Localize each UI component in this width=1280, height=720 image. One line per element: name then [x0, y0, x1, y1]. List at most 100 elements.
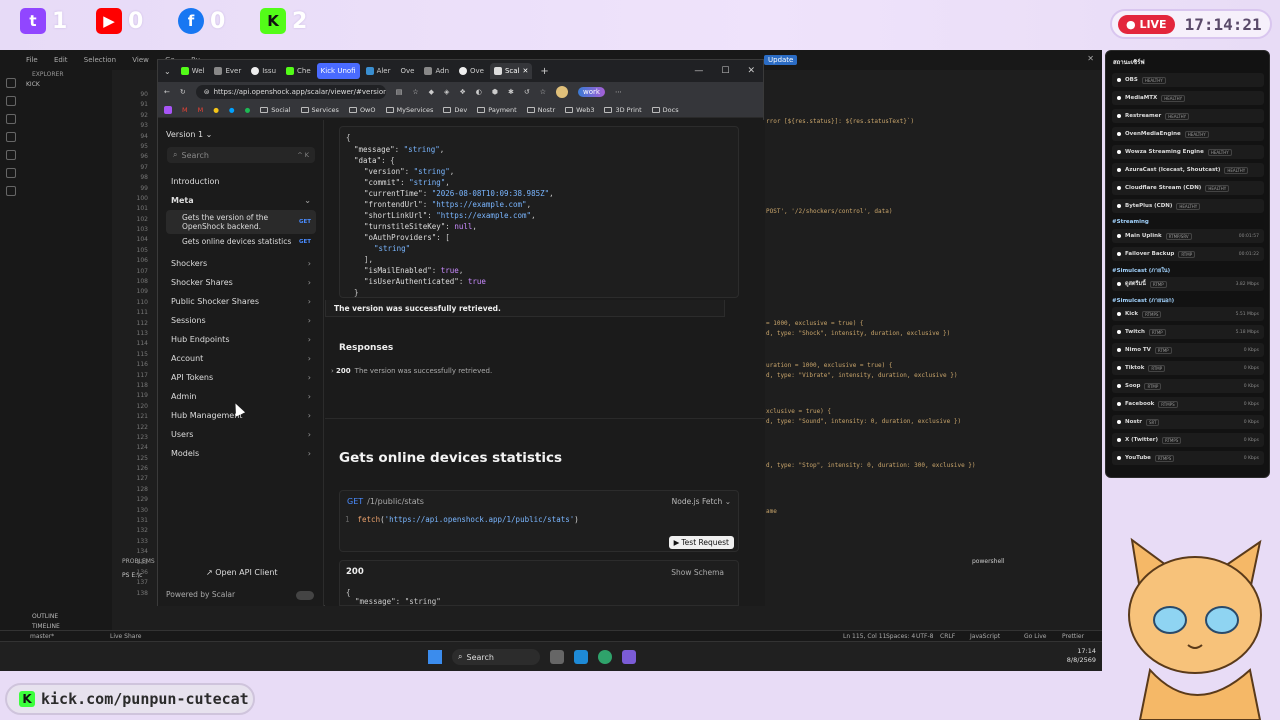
taskbar-clock[interactable]: 17:14 8/8/2569: [1067, 647, 1096, 665]
powered-by[interactable]: Powered by Scalar: [166, 590, 235, 599]
browser-tab[interactable]: Wel: [177, 63, 209, 79]
sidebar-group[interactable]: API Tokens ›: [166, 368, 316, 387]
status-spaces[interactable]: Spaces: 4: [886, 633, 915, 640]
menu-view[interactable]: View: [132, 56, 149, 64]
vscode-taskbar-icon[interactable]: [574, 650, 588, 664]
extension-icon[interactable]: ◐: [476, 88, 482, 96]
extension-icon[interactable]: ❖: [459, 88, 465, 96]
menu-edit[interactable]: Edit: [54, 56, 68, 64]
open-api-client-button[interactable]: ↗ Open API Client: [206, 568, 278, 577]
sidebar-group[interactable]: Public Shocker Shares ›: [166, 292, 316, 311]
sidebar-item-get-version[interactable]: Gets the version of the OpenShock backen…: [166, 210, 316, 234]
status-branch[interactable]: master*: [30, 633, 54, 640]
sidebar-item-introduction[interactable]: Introduction: [166, 172, 316, 191]
maximize-icon[interactable]: ☐: [721, 66, 729, 76]
status-encoding[interactable]: UTF-8: [916, 633, 934, 640]
vscode-close-icon[interactable]: ✕: [1087, 54, 1094, 63]
browser-tab[interactable]: Ever: [210, 63, 245, 79]
bookmark-icon[interactable]: ●: [213, 106, 219, 114]
spotify-icon[interactable]: ●: [245, 106, 251, 114]
sidebar-group[interactable]: Models ›: [166, 444, 316, 463]
sidebar-group[interactable]: Users ›: [166, 425, 316, 444]
bookmark-folder[interactable]: 3D Print: [604, 106, 642, 114]
sidebar-group[interactable]: Hub Endpoints ›: [166, 330, 316, 349]
close-window-icon[interactable]: ✕: [747, 66, 755, 76]
update-button[interactable]: Update: [764, 55, 798, 65]
status-golive[interactable]: Go Live: [1024, 633, 1046, 640]
sidebar-group[interactable]: Account ›: [166, 349, 316, 368]
bookmark-star-icon[interactable]: ☆: [412, 88, 418, 96]
outline-section[interactable]: OUTLINE: [32, 613, 58, 620]
browser-tab[interactable]: Adn: [420, 63, 453, 79]
browser-tab[interactable]: Che: [282, 63, 315, 79]
reader-icon[interactable]: ▤: [396, 88, 403, 96]
test-request-button[interactable]: ▶ Test Request: [668, 536, 734, 549]
version-selector[interactable]: Version 1 ⌄: [166, 130, 212, 139]
status-language[interactable]: JavaScript: [970, 633, 1000, 640]
site-info-icon[interactable]: ⊜: [204, 88, 210, 96]
history-icon[interactable]: ↺: [524, 88, 530, 96]
menu-file[interactable]: File: [26, 56, 38, 64]
tab-list-icon[interactable]: ⌄: [158, 67, 177, 76]
sidebar-group[interactable]: Sessions ›: [166, 311, 316, 330]
bookmark-folder[interactable]: Social: [260, 106, 291, 114]
terminal-shell[interactable]: powershell: [972, 558, 1005, 565]
bookmark-icon[interactable]: M: [198, 106, 204, 114]
extension-icon[interactable]: ◆: [429, 88, 434, 96]
bookmark-folder[interactable]: MyServices: [385, 106, 433, 114]
sidebar-group[interactable]: Shockers ›: [166, 254, 316, 273]
sidebar-search[interactable]: ⌕ Search ^ K: [167, 147, 315, 163]
browser-tab[interactable]: Kick Unofi: [316, 63, 360, 79]
browser-tab-active[interactable]: Scal ✕: [489, 63, 533, 79]
bookmark-folder[interactable]: Docs: [651, 106, 679, 114]
timeline-section[interactable]: TIMELINE: [32, 623, 60, 630]
url-field[interactable]: ⊜ https://api.openshock.app/scalar/viewer…: [195, 85, 386, 99]
browser-tab[interactable]: Ove: [455, 63, 488, 79]
sidebar-item-device-stats[interactable]: Gets online devices statistics GET: [166, 234, 316, 249]
status-eol[interactable]: CRLF: [940, 633, 955, 640]
reload-icon[interactable]: ↻: [180, 88, 186, 96]
browser-taskbar-icon[interactable]: [598, 650, 612, 664]
search-icon[interactable]: [6, 96, 16, 106]
app-taskbar-icon[interactable]: [622, 650, 636, 664]
back-icon[interactable]: ←: [164, 88, 170, 96]
extension-icon[interactable]: ◈: [444, 88, 449, 96]
status-position[interactable]: Ln 115, Col 11: [843, 633, 886, 640]
bookmark-folder[interactable]: Services: [300, 106, 339, 114]
extensions-puzzle-icon[interactable]: ✱: [508, 88, 514, 96]
start-icon[interactable]: [428, 650, 442, 664]
bookmark-folder[interactable]: Dev: [443, 106, 467, 114]
bookmark-folder[interactable]: Payment: [477, 106, 517, 114]
avatar[interactable]: [555, 86, 568, 98]
sidebar-item-meta[interactable]: Meta ⌄: [166, 191, 316, 210]
browser-tab[interactable]: Aler: [362, 63, 395, 79]
response-200-row[interactable]: › 200 The version was successfully retrie…: [331, 367, 492, 375]
minimize-icon[interactable]: —: [694, 66, 703, 76]
taskbar-search[interactable]: ⌕ Search: [452, 649, 540, 665]
testing-icon[interactable]: [6, 168, 16, 178]
profile-pill[interactable]: work: [577, 87, 605, 97]
favorites-icon[interactable]: ☆: [540, 88, 546, 96]
response-code-tab[interactable]: 200: [346, 567, 364, 577]
theme-toggle[interactable]: [296, 591, 314, 600]
language-select[interactable]: Node.js Fetch ⌄: [672, 497, 731, 506]
run-debug-icon[interactable]: [6, 132, 16, 142]
task-view-icon[interactable]: [550, 650, 564, 664]
bookmark-folder[interactable]: OwO: [348, 106, 376, 114]
browser-tab[interactable]: Ove: [397, 63, 419, 79]
status-prettier[interactable]: Prettier: [1062, 633, 1084, 640]
show-schema-toggle[interactable]: Show Schema: [671, 568, 724, 577]
gmail-icon[interactable]: M: [182, 106, 188, 114]
explorer-icon[interactable]: [6, 78, 16, 88]
close-tab-icon[interactable]: ✕: [523, 67, 529, 75]
menu-selection[interactable]: Selection: [84, 56, 116, 64]
more-menu-icon[interactable]: ⋯: [615, 88, 622, 96]
file-tree-item[interactable]: KICK: [22, 80, 112, 90]
status-liveshare[interactable]: Live Share: [110, 633, 141, 640]
bookmark-icon[interactable]: ●: [229, 106, 235, 114]
remote-icon[interactable]: [6, 186, 16, 196]
sidebar-group[interactable]: Shocker Shares ›: [166, 273, 316, 292]
extension-icon[interactable]: ⬢: [492, 88, 498, 96]
bookmark-folder[interactable]: Nostr: [526, 106, 555, 114]
bookmark-folder[interactable]: Web3: [565, 106, 594, 114]
